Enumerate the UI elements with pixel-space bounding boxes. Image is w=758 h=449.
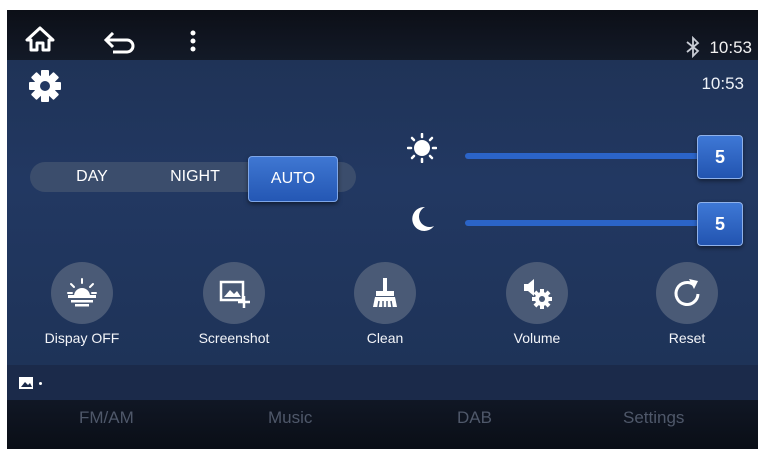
screen: 10:53 10:53 DAY NIGHT AUTO 5 5 Dispay OF… (7, 10, 758, 449)
image-icon (19, 377, 33, 389)
screenshot-button[interactable]: Screenshot (179, 262, 289, 346)
app-dock: FM/AM Music DAB Settings (7, 400, 758, 449)
clean-button[interactable]: Clean (330, 262, 440, 346)
notification-bar[interactable] (7, 365, 758, 400)
mode-day-button[interactable]: DAY (60, 162, 124, 192)
broom-icon (354, 262, 416, 324)
screenshot-icon (203, 262, 265, 324)
day-brightness-thumb[interactable]: 5 (697, 135, 743, 179)
status-time: 10:53 (709, 38, 752, 57)
clean-label: Clean (366, 330, 404, 346)
mode-auto-button[interactable]: AUTO (248, 156, 338, 202)
volume-settings-icon (506, 262, 568, 324)
bluetooth-icon (686, 36, 700, 58)
screenshot-label: Screenshot (198, 330, 270, 346)
panel-time: 10:53 (701, 74, 744, 93)
home-icon[interactable] (25, 26, 55, 52)
gear-icon[interactable] (25, 66, 65, 106)
reset-icon (656, 262, 718, 324)
sun-icon (407, 133, 437, 163)
back-icon[interactable] (103, 32, 135, 54)
display-off-label: Dispay OFF (44, 330, 120, 346)
more-vert-icon[interactable] (189, 29, 197, 53)
dock-settings[interactable]: Settings (623, 408, 684, 428)
night-brightness-slider[interactable] (465, 220, 725, 226)
display-off-button[interactable]: Dispay OFF (27, 262, 137, 346)
dock-music[interactable]: Music (268, 408, 312, 428)
mode-night-button[interactable]: NIGHT (160, 162, 230, 192)
status-bar: 10:53 (7, 10, 758, 62)
day-brightness-slider[interactable] (465, 153, 725, 159)
night-brightness-thumb[interactable]: 5 (697, 202, 743, 246)
quick-settings-panel: 10:53 DAY NIGHT AUTO 5 5 Dispay OFF Scre… (7, 60, 758, 365)
notification-dot (39, 382, 42, 385)
reset-label: Reset (668, 330, 706, 346)
display-off-icon (51, 262, 113, 324)
reset-button[interactable]: Reset (632, 262, 742, 346)
moon-icon (412, 206, 434, 231)
dock-dab[interactable]: DAB (457, 408, 492, 428)
volume-button[interactable]: Volume (482, 262, 592, 346)
volume-label: Volume (513, 330, 561, 346)
dock-fm-am[interactable]: FM/AM (79, 408, 134, 428)
